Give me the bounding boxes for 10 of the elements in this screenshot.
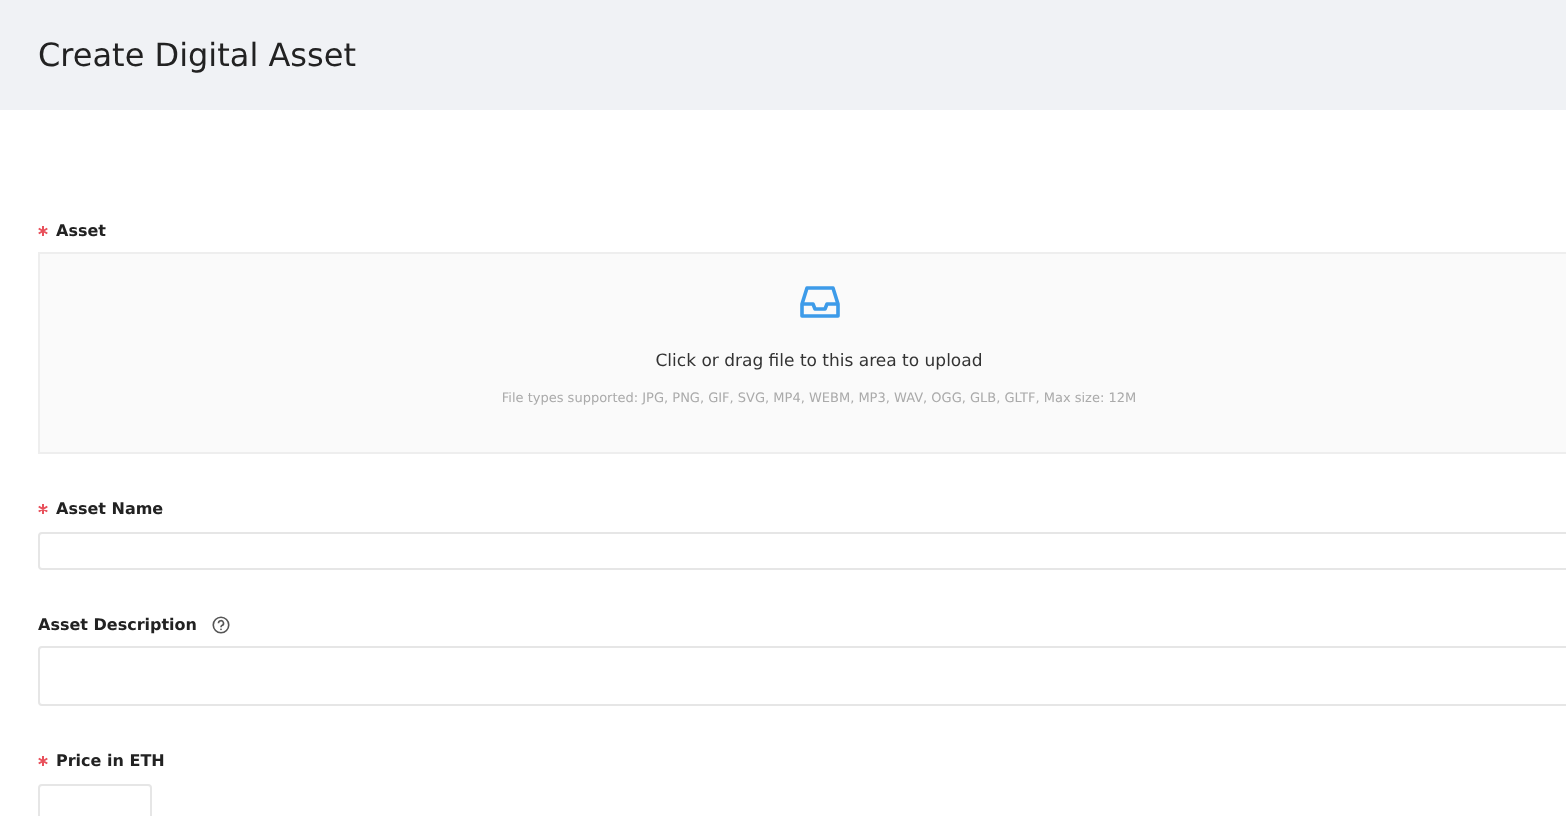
page-title: Create Digital Asset [38,36,356,74]
field-label: Price in ETH [56,751,165,769]
textarea-field[interactable] [38,646,1566,706]
upload-prompt: Click or drag file to this area to upload [655,352,983,372]
input-field[interactable] [38,532,1566,570]
field-label: Asset Name [56,499,164,517]
field-label: Asset [56,221,106,239]
field-label: Asset Description [38,615,197,633]
input-field[interactable] [38,784,152,816]
help-icon[interactable] [211,615,229,633]
